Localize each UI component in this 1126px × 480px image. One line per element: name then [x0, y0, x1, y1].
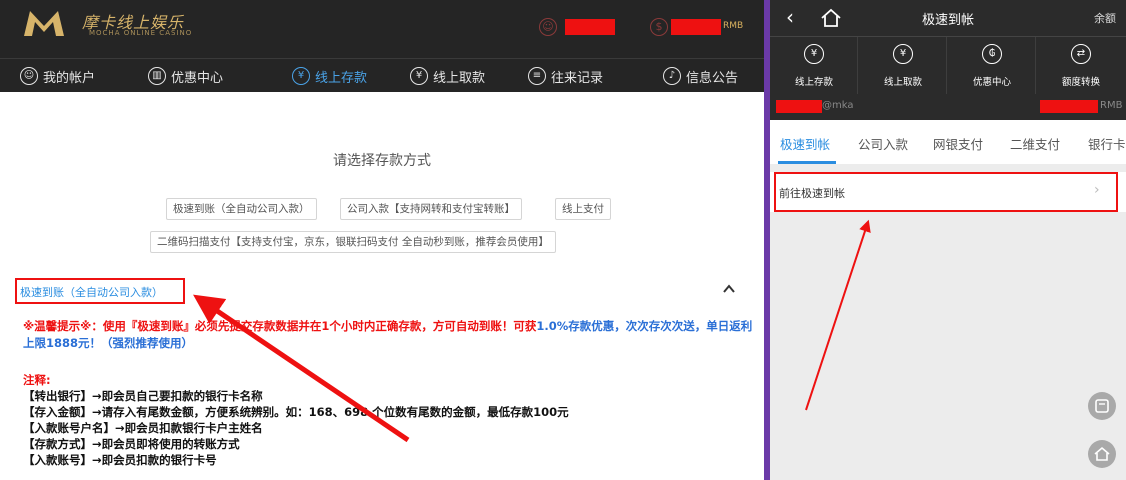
bell-icon: ♪ [663, 67, 681, 85]
note-item: 【转出银行】→即会员自己要扣款的银行卡名称 [23, 389, 263, 403]
quick-label: 额度转换 [1061, 77, 1100, 88]
option-fast-deposit[interactable]: 极速到账（全自动公司入款） [166, 198, 317, 220]
page-title: 请选择存款方式 [333, 153, 431, 169]
float-home-button[interactable] [1088, 440, 1116, 468]
promo-icon: ₲ [982, 44, 1002, 64]
currency-icon[interactable]: $ [650, 18, 668, 36]
logo-mark-icon [24, 11, 64, 36]
section-title[interactable]: 极速到账（全自动公司入款） [20, 284, 163, 300]
username-suffix: @mka [822, 100, 854, 111]
nav-label: 优惠中心 [171, 70, 224, 86]
home-icon [1094, 446, 1110, 461]
deposit-icon: ¥ [292, 67, 310, 85]
desktop-header: 摩卡线上娱乐 MOCHA ONLINE CASINO ☺ $ RMB [0, 0, 764, 58]
tab-bank-card[interactable]: 银行卡 [1088, 134, 1126, 153]
record-icon [1095, 399, 1109, 413]
desktop-deposit-panel: 摩卡线上娱乐 MOCHA ONLINE CASINO ☺ $ RMB ☺ 我的帐… [0, 0, 764, 480]
mobile-user-bar: @mka RMB [770, 94, 1126, 120]
withdraw-icon: ¥ [410, 67, 428, 85]
quick-label: 线上取款 [883, 77, 922, 88]
mobile-deposit-panel: ‹ 极速到帐 余额 ¥ 线上存款 ¥ 线上取款 ₲ 优惠中心 ⇄ 额度转换 @m… [770, 0, 1126, 480]
tab-online-banking[interactable]: 网银支付 [933, 134, 983, 153]
redacted-balance [671, 19, 721, 35]
option-company-deposit[interactable]: 公司入款【支持网转和支付宝转账】 [340, 198, 522, 220]
option-online-payment[interactable]: 线上支付 [555, 198, 611, 220]
nav-records[interactable]: ≡ 往来记录 [528, 59, 603, 93]
nav-announcements[interactable]: ♪ 信息公告 [663, 59, 738, 93]
tab-fast-deposit[interactable]: 极速到帐 [780, 134, 830, 153]
note-item: 【存款方式】→即会员即将使用的转账方式 [23, 437, 240, 451]
float-record-button[interactable] [1088, 392, 1116, 420]
tab-company-deposit[interactable]: 公司入款 [858, 134, 908, 153]
nav-promotions[interactable]: ▥ 优惠中心 [148, 59, 223, 93]
nav-label: 我的帐户 [43, 70, 96, 86]
nav-online-withdraw[interactable]: ¥ 线上取款 [410, 59, 485, 93]
user-icon: ☺ [20, 67, 38, 85]
nav-label: 往来记录 [551, 70, 604, 86]
quick-online-deposit[interactable]: ¥ 线上存款 [770, 37, 858, 95]
tab-qr-payment[interactable]: 二维支付 [1010, 134, 1060, 153]
row-label: 前往极速到帐 [779, 187, 845, 200]
tip-text-1: ※温馨提示※：使用『极速到账』必须先提交存款数据并在1个小时内正确存款，方可自动… [23, 319, 537, 333]
mobile-tabs: 极速到帐 公司入款 网银支付 二维支付 银行卡 [770, 120, 1126, 164]
tip-percent: 1.0% [536, 319, 569, 333]
quick-label: 线上存款 [794, 77, 833, 88]
logo-subtext: MOCHA ONLINE CASINO [89, 29, 193, 37]
nav-label: 线上存款 [315, 70, 368, 86]
nav-my-account[interactable]: ☺ 我的帐户 [20, 59, 95, 93]
active-tab-indicator [778, 161, 836, 164]
desktop-nav: ☺ 我的帐户 ▥ 优惠中心 ¥ 线上存款 ¥ 线上取款 ≡ 往来记录 ♪ 信息公… [0, 58, 764, 92]
note-item: 【入款账号户名】→即会员扣款银行卡户主姓名 [23, 421, 263, 435]
transfer-icon: ⇄ [1071, 44, 1091, 64]
redacted-balance [1040, 100, 1098, 113]
account-icon[interactable]: ☺ [539, 18, 557, 36]
quick-transfer[interactable]: ⇄ 额度转换 [1037, 37, 1125, 95]
collapse-caret-icon[interactable] [722, 282, 736, 296]
currency-label: RMB [723, 21, 744, 31]
option-qr-payment[interactable]: 二维码扫描支付【支持支付宝，京东，银联扫码支付 全自动秒到账，推荐会员使用】 [150, 231, 556, 253]
withdraw-icon: ¥ [893, 44, 913, 64]
deposit-content: 请选择存款方式 极速到账（全自动公司入款） 公司入款【支持网转和支付宝转账】 线… [0, 92, 764, 480]
notes-title: 注释: [23, 373, 51, 387]
deposit-icon: ¥ [804, 44, 824, 64]
nav-label: 线上取款 [433, 70, 486, 86]
mobile-header: ‹ 极速到帐 余额 [770, 0, 1126, 36]
warm-tip: ※温馨提示※：使用『极速到账』必须先提交存款数据并在1个小时内正确存款，方可自动… [23, 318, 763, 352]
note-item: 【存入金额】→请存入有尾数金额，方便系统辨别。如：168、698 个位数有尾数的… [23, 405, 569, 419]
quick-promotions[interactable]: ₲ 优惠中心 [948, 37, 1036, 95]
note-item: 【入款账号】→即会员扣款的银行卡号 [23, 453, 217, 467]
nav-label: 信息公告 [686, 70, 739, 86]
currency-label: RMB [1100, 100, 1123, 111]
redacted-username [565, 19, 615, 35]
chevron-right-icon: › [1094, 182, 1100, 198]
mobile-page-title: 极速到帐 [921, 13, 974, 28]
balance-link[interactable]: 余额 [1094, 10, 1116, 26]
quick-online-withdraw[interactable]: ¥ 线上取款 [859, 37, 947, 95]
nav-online-deposit[interactable]: ¥ 线上存款 [292, 59, 367, 93]
quick-label: 优惠中心 [972, 77, 1011, 88]
gift-icon: ▥ [148, 67, 166, 85]
record-icon: ≡ [528, 67, 546, 85]
redacted-username [776, 100, 822, 113]
mobile-quick-menu: ¥ 线上存款 ¥ 线上取款 ₲ 优惠中心 ⇄ 额度转换 [770, 36, 1126, 95]
